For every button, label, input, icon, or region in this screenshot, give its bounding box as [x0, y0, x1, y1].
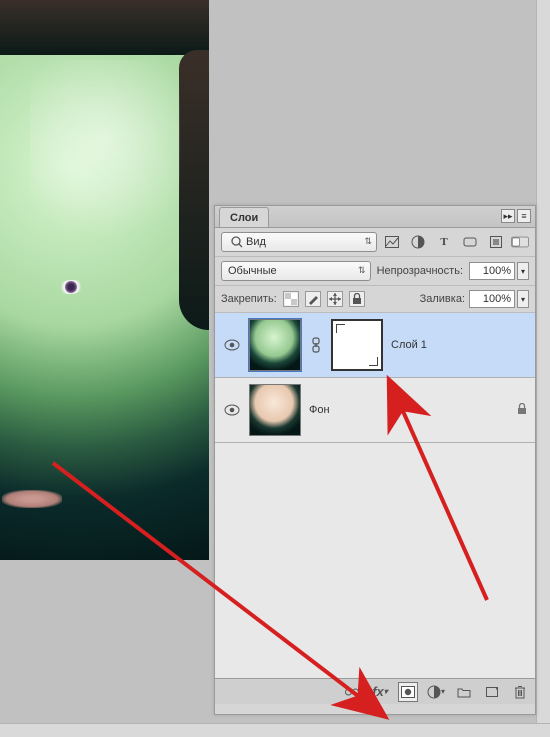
lock-pixels-icon[interactable]	[305, 291, 321, 307]
opacity-dropdown-icon[interactable]: ▾	[517, 262, 529, 280]
fill-dropdown-icon[interactable]: ▾	[517, 290, 529, 308]
chevron-updown-icon: ⇅	[358, 265, 366, 276]
fill-field-wrap: 100% ▾	[469, 290, 529, 308]
blend-row: Обычные ⇅ Непрозрачность: 100% ▾	[215, 257, 535, 286]
chevron-updown-icon: ⇅	[364, 236, 372, 247]
image-detail	[0, 0, 209, 55]
panel-tab-bar: Слои ▸▸ ≡	[215, 206, 535, 228]
visibility-toggle-icon[interactable]	[223, 401, 241, 419]
adjustment-filter-icon[interactable]	[409, 233, 427, 251]
layer-thumbnail[interactable]	[249, 319, 301, 371]
vertical-scrollbar[interactable]	[536, 0, 550, 737]
tab-layers[interactable]: Слои	[219, 207, 269, 227]
lock-label: Закрепить:	[221, 293, 277, 305]
lock-row: Закрепить: Заливка: 100% ▾	[215, 286, 535, 313]
filter-type-select[interactable]: Вид ⇅	[221, 232, 377, 252]
adjustment-layer-icon[interactable]: ▾	[427, 683, 445, 701]
add-mask-icon[interactable]	[399, 683, 417, 701]
layer-name-label[interactable]: Фон	[309, 404, 330, 416]
layers-panel-footer: fx▾ ▾	[215, 678, 535, 704]
layer-style-icon[interactable]: fx▾	[371, 683, 389, 701]
filter-toggle-switch[interactable]	[511, 233, 529, 251]
image-detail	[179, 50, 209, 330]
blend-mode-value: Обычные	[228, 265, 277, 277]
image-detail	[58, 279, 85, 295]
tab-label: Слои	[230, 212, 258, 224]
filter-icons: T	[383, 233, 505, 251]
layers-panel: Слои ▸▸ ≡ Вид ⇅ T Обычные ⇅ Непр	[214, 205, 536, 715]
image-detail	[30, 60, 180, 260]
delete-layer-icon[interactable]	[511, 683, 529, 701]
shape-filter-icon[interactable]	[461, 233, 479, 251]
panel-tab-actions: ▸▸ ≡	[501, 209, 531, 223]
lock-indicator-icon	[517, 403, 527, 418]
link-layers-icon[interactable]	[343, 683, 361, 701]
panel-menu-icon[interactable]: ≡	[517, 209, 531, 223]
new-layer-icon[interactable]	[483, 683, 501, 701]
lock-transparency-icon[interactable]	[283, 291, 299, 307]
type-filter-icon[interactable]: T	[435, 233, 453, 251]
layers-list: Слой 1 Фон	[215, 313, 535, 678]
lock-position-icon[interactable]	[327, 291, 343, 307]
new-group-icon[interactable]	[455, 683, 473, 701]
smartobject-filter-icon[interactable]	[487, 233, 505, 251]
image-preview	[0, 0, 209, 560]
visibility-toggle-icon[interactable]	[223, 336, 241, 354]
layer-row[interactable]: Фон	[215, 378, 535, 443]
filter-row: Вид ⇅ T	[215, 228, 535, 257]
opacity-label: Непрозрачность:	[377, 265, 463, 277]
collapse-icon[interactable]: ▸▸	[501, 209, 515, 223]
image-filter-icon[interactable]	[383, 233, 401, 251]
layer-mask-thumbnail[interactable]	[331, 319, 383, 371]
filter-type-label: Вид	[246, 236, 266, 248]
mask-link-icon[interactable]	[309, 336, 323, 354]
fill-input[interactable]: 100%	[469, 290, 515, 308]
layer-row[interactable]: Слой 1	[215, 313, 535, 378]
search-icon	[228, 233, 246, 251]
document-canvas[interactable]	[0, 0, 209, 570]
layer-name-label[interactable]: Слой 1	[391, 339, 427, 351]
lock-controls: Закрепить:	[221, 291, 365, 307]
horizontal-scrollbar[interactable]	[0, 723, 550, 737]
layer-thumbnail[interactable]	[249, 384, 301, 436]
lock-all-icon[interactable]	[349, 291, 365, 307]
opacity-input[interactable]: 100%	[469, 262, 515, 280]
image-detail	[2, 490, 62, 508]
opacity-field-wrap: 100% ▾	[469, 262, 529, 280]
fill-label: Заливка:	[420, 293, 465, 305]
blend-mode-select[interactable]: Обычные ⇅	[221, 261, 371, 281]
